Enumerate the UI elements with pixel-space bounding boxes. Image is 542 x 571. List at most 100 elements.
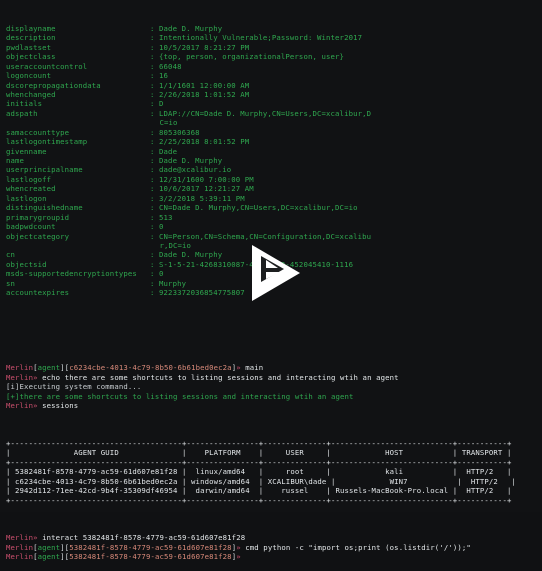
ldap-attribute-key: objectclass [6, 52, 56, 62]
ldap-attribute-row: adspath: LDAP://CN=Dade D. Murphy,CN=Use… [6, 109, 536, 118]
table-row: | c6234cbe-4013-4c79-8b50-6b61bed0ec2a |… [6, 476, 516, 486]
ldap-separator: : [150, 203, 160, 213]
ldap-attribute-key: logoncount [6, 71, 52, 81]
ldap-attribute-row: displayname: Dade D. Murphy [6, 24, 536, 33]
ldap-attribute-key: whenchanged [6, 89, 56, 99]
ldap-attribute-value: 2/25/2018 8:01:52 PM [159, 137, 250, 147]
ldap-separator: : [150, 52, 160, 62]
ldap-separator: : [150, 174, 160, 184]
ldap-attribute-key: displayname [6, 23, 56, 33]
console-command-text: sessions [42, 401, 79, 411]
ldap-separator: : [150, 212, 160, 222]
ldap-attribute-value: Intentionally Vulnerable;Password: Winte… [159, 33, 363, 43]
prompt-arrow: » [236, 542, 241, 552]
ldap-attribute-value: Murphy [159, 278, 187, 288]
ldap-attribute-value: LDAP://CN=Dade D. Murphy,CN=Users,DC=xca… [159, 108, 372, 118]
ldap-attribute-value: Dade D. Murphy [159, 156, 223, 166]
prompt-arrow: » [236, 363, 241, 373]
ldap-attribute-value: 9223372036854775807 [159, 288, 245, 298]
ldap-attribute-key: primarygroupid [6, 212, 70, 222]
ldap-separator: : [150, 23, 160, 33]
console-command-text: cmd python -c "import os;print (os.listd… [245, 542, 471, 552]
prompt-arrow: » [33, 401, 38, 411]
ldap-attribute-value: 66048 [159, 61, 182, 71]
table-border: +--------------------------------------+… [6, 457, 512, 467]
ldap-attribute-value: 0 [159, 222, 164, 232]
console-line-info: [i]Executing system command... [6, 382, 536, 391]
ldap-attribute-key: userprincipalname [6, 165, 83, 175]
ldap-attribute-row: accountexpires: 9223372036854775807 [6, 288, 536, 297]
ldap-attribute-row: whencreated: 10/6/2017 12:21:27 AM [6, 184, 536, 193]
prompt-name: Merlin [6, 552, 34, 562]
ldap-attribute-value: 3/2/2018 5:39:11 PM [159, 193, 245, 203]
console-success-text: [+]there are some shortcuts to listing s… [6, 391, 354, 401]
ldap-attribute-row: dscorepropagationdata: 1/1/1601 12:00:00… [6, 81, 536, 90]
ldap-attribute-key: sn [6, 278, 16, 288]
ldap-attribute-row: lastlogoff: 12/31/1600 7:00:00 PM [6, 175, 536, 184]
console-line-python: Merlin[agent][5382481f-8578-4779-ac59-61… [6, 543, 536, 552]
ldap-attribute-value: 12/31/1600 7:00:00 PM [159, 174, 254, 184]
console-line-main: Merlin[agent][c6234cbe-4013-4c79-8b50-6b… [6, 363, 536, 372]
ldap-attribute-key: useraccountcontrol [6, 61, 88, 71]
ldap-attribute-value: Dade D. Murphy [159, 23, 223, 33]
ldap-attribute-value: S-1-5-21-4268310087-40038062-452045410-1… [159, 259, 354, 269]
ldap-attribute-row: objectcategory: CN=Person,CN=Schema,CN=C… [6, 232, 536, 241]
ldap-attribute-row: logoncount: 16 [6, 71, 536, 80]
ldap-attribute-key: msds-supportedencryptiontypes [6, 269, 137, 279]
prompt-name: Merlin [6, 363, 34, 373]
ldap-attribute-key: pwdlastset [6, 42, 52, 52]
ldap-attribute-list: displayname: Dade D. Murphy description: … [6, 24, 536, 298]
ldap-attribute-value: 2/26/2018 1:01:52 AM [159, 89, 250, 99]
ldap-separator: : [150, 269, 160, 279]
prompt-agent-label: agent [37, 363, 61, 373]
ldap-attribute-key: cn [6, 250, 16, 260]
prompt-agent-guid: 5382481f-8578-4779-ac59-61d607e81f28 [69, 542, 232, 552]
ldap-separator: : [150, 165, 160, 175]
ldap-attribute-key: givenname [6, 146, 47, 156]
terminal-window[interactable]: displayname: Dade D. Murphy description: … [0, 0, 542, 561]
ldap-attribute-row: objectsid: S-1-5-21-4268310087-40038062-… [6, 260, 536, 269]
ldap-attribute-row: initials: D [6, 99, 536, 108]
ldap-attribute-key: initials [6, 99, 43, 109]
table-border: +--------------------------------------+… [6, 438, 512, 448]
prompt-bracket: ][ [60, 542, 70, 552]
prompt-bracket: ][ [60, 363, 70, 373]
prompt-agent-label: agent [37, 552, 61, 562]
ldap-attribute-row: useraccountcontrol: 66048 [6, 62, 536, 71]
ldap-attribute-key: adspath [6, 108, 38, 118]
ldap-separator: : [150, 71, 160, 81]
ldap-separator: : [150, 80, 160, 90]
ldap-attribute-value-continuation: r,DC=io [6, 240, 192, 250]
ldap-attribute-row: badpwdcount: 0 [6, 222, 536, 231]
prompt-agent-guid: c6234cbe-4013-4c79-8b50-6b61bed0ec2a [69, 363, 232, 373]
ldap-attribute-row: objectclass: {top, person, organizationa… [6, 52, 536, 61]
ldap-attribute-value: 513 [159, 212, 173, 222]
ldap-attribute-value: Dade D. Murphy [159, 250, 223, 260]
ldap-separator: : [150, 42, 160, 52]
console-line-interact: Merlin» interact 5382481f-8578-4779-ac59… [6, 533, 536, 542]
ldap-attribute-value: D [159, 99, 164, 109]
ldap-attribute-value-continuation: C=io [6, 118, 178, 128]
ldap-attribute-row: distinguishedname: CN=Dade D. Murphy,CN=… [6, 203, 536, 212]
ldap-attribute-value: Dade [159, 146, 178, 156]
ldap-attribute-key: distinguishedname [6, 203, 83, 213]
console-command-text: main [245, 363, 264, 373]
console-info-text: [i]Executing system command... [6, 382, 142, 392]
ldap-separator: : [150, 288, 160, 298]
ldap-separator: : [150, 127, 160, 137]
ldap-separator: : [150, 250, 160, 260]
ldap-separator: : [150, 33, 160, 43]
ldap-attribute-row: name: Dade D. Murphy [6, 156, 536, 165]
ldap-attribute-key: lastlogoff [6, 174, 52, 184]
ldap-separator: : [150, 184, 160, 194]
console-command-text: echo there are some shortcuts to listing… [42, 372, 399, 382]
table-row: | 5382481f-8578-4779-ac59-61d607e81f28 |… [6, 467, 512, 477]
ldap-separator: : [150, 259, 160, 269]
ldap-separator: : [150, 156, 160, 166]
ldap-attribute-row: description: Intentionally Vulnerable;Pa… [6, 33, 536, 42]
prompt-agent-guid: 5382481f-8578-4779-ac59-61d607e81f28 [69, 552, 232, 562]
console-line-prompt-active: Merlin[agent][5382481f-8578-4779-ac59-61… [6, 552, 536, 561]
ldap-separator: : [150, 146, 160, 156]
